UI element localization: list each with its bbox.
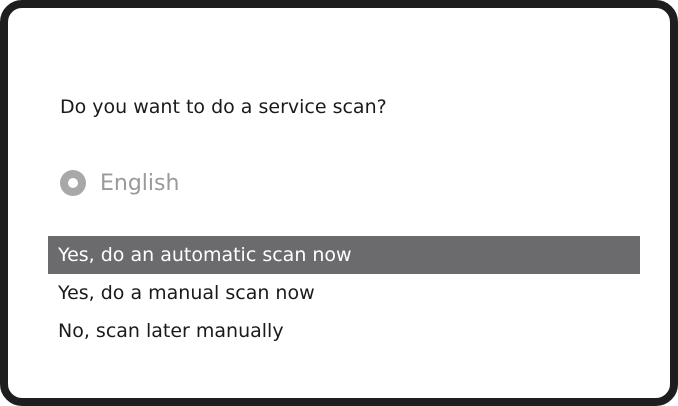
scan-options-list: Yes, do an automatic scan now Yes, do a … xyxy=(48,236,640,350)
option-automatic-scan[interactable]: Yes, do an automatic scan now xyxy=(48,236,640,274)
dialog-question: Do you want to do a service scan? xyxy=(60,96,387,118)
language-option-label: English xyxy=(100,170,180,196)
service-scan-dialog: Do you want to do a service scan? Englis… xyxy=(0,0,678,406)
option-scan-later[interactable]: No, scan later manually xyxy=(48,312,640,350)
language-option[interactable]: English xyxy=(60,168,179,198)
radio-button-icon[interactable] xyxy=(60,170,86,196)
option-manual-scan[interactable]: Yes, do a manual scan now xyxy=(48,274,640,312)
